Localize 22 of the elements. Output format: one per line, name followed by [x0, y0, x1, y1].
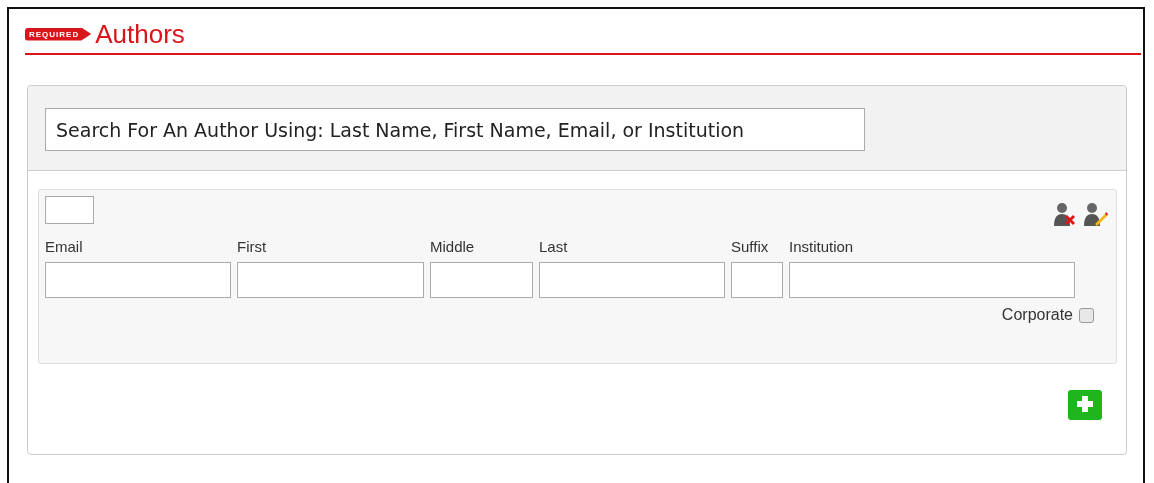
plus-icon	[1076, 394, 1094, 413]
field-label: First	[237, 238, 268, 255]
name-field[interactable]	[45, 262, 231, 298]
corporate-checkbox[interactable]	[1079, 307, 1094, 323]
name-field[interactable]	[731, 262, 783, 298]
corporate-label: Corporate	[1001, 306, 1073, 324]
field-label: Middle	[430, 238, 476, 255]
field-label: Suffix	[731, 238, 770, 255]
name-field[interactable]	[789, 262, 1075, 298]
required-badge: REQUIRED	[25, 27, 92, 41]
name-field[interactable]	[430, 262, 533, 298]
name-field[interactable]	[539, 262, 725, 298]
remove-person-icon[interactable]	[1054, 202, 1076, 226]
field-label: Email	[45, 238, 84, 255]
author-search-field[interactable]: Search For An Author Using: Last Name, First Name, Email, or Institution	[45, 108, 865, 151]
section-title: Authors	[95, 18, 185, 50]
add-author-button[interactable]	[1068, 390, 1102, 420]
edit-person-icon[interactable]	[1084, 202, 1108, 226]
field-label: Institution	[789, 238, 855, 255]
name-field[interactable]	[237, 262, 424, 298]
order-field[interactable]	[45, 196, 94, 224]
field-label: Last	[539, 238, 569, 255]
